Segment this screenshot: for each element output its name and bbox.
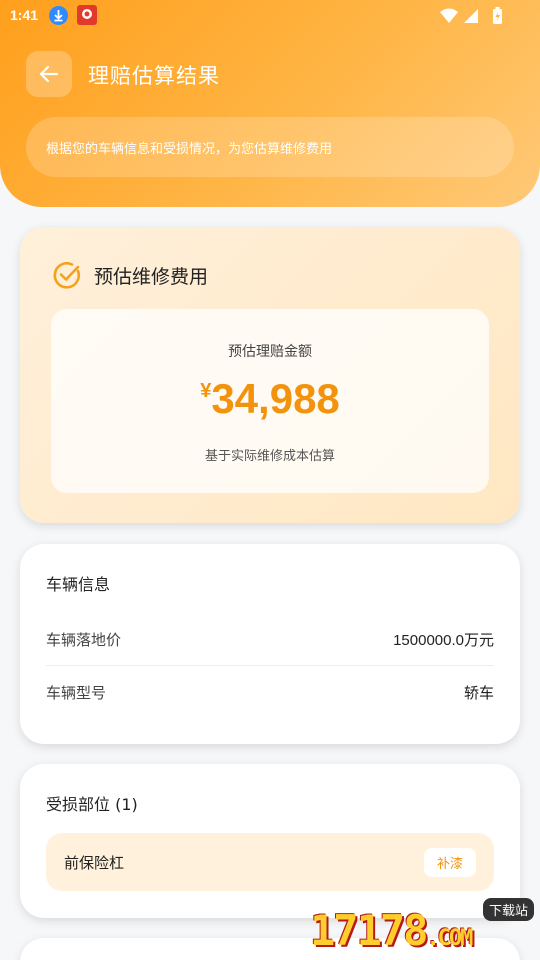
damage-item-name: 前保险杠 <box>64 853 125 872</box>
estimate-card: 预估维修费用 预估理赔金额 ¥34,988 基于实际维修成本估算 <box>20 227 520 523</box>
wifi-icon <box>440 8 458 23</box>
watermark-suffix: .COM <box>426 926 473 951</box>
damage-item[interactable]: 前保险杠 补漆 <box>46 833 494 891</box>
repair-type-tag: 补漆 <box>423 847 476 877</box>
app-notification-icon <box>77 5 97 25</box>
estimate-title: 预估维修费用 <box>94 265 209 288</box>
signal-icon <box>464 9 478 23</box>
estimate-amount-box: 预估理赔金额 ¥34,988 基于实际维修成本估算 <box>51 309 489 493</box>
vehicle-info-title: 车辆信息 <box>46 575 111 594</box>
system-status-icons <box>438 6 508 30</box>
back-button[interactable] <box>26 51 72 97</box>
battery-icon <box>493 7 502 24</box>
watermark-number: 17178 <box>310 906 428 955</box>
arrow-left-icon <box>39 65 59 83</box>
status-bar: 1:41 <box>0 0 540 32</box>
amount-value: 34,988 <box>211 375 340 422</box>
vehicle-info-card: 车辆信息 车辆落地价 1500000.0万元 车辆型号 轿车 <box>20 544 520 744</box>
vehicle-model-label: 车辆型号 <box>46 683 107 702</box>
header-description: 根据您的车辆信息和受损情况，为您估算维修费用 <box>26 117 514 177</box>
estimate-note: 基于实际维修成本估算 <box>204 449 335 464</box>
vehicle-price-value: 1500000.0万元 <box>393 631 494 649</box>
watermark-tag: 下载站 <box>482 898 534 921</box>
estimate-header: 预估维修费用 <box>52 260 208 290</box>
vehicle-model-value: 轿车 <box>463 684 494 702</box>
damage-parts-card: 受损部位 (1) 前保险杠 补漆 <box>20 764 520 918</box>
status-time: 1:41 <box>10 7 39 23</box>
header-banner: 1:41 理赔估算结果 根据您的车辆信息和受损情况，为您估算维修费用 <box>0 0 540 207</box>
watermark-logo: 17178.COM <box>310 906 473 955</box>
site-watermark: 17178.COM 下载站 <box>310 896 536 958</box>
download-notification-icon <box>49 6 68 25</box>
currency-symbol: ¥ <box>200 380 212 402</box>
vehicle-price-label: 车辆落地价 <box>46 630 122 649</box>
vehicle-price-row: 车辆落地价 1500000.0万元 <box>46 613 494 665</box>
damage-parts-title: 受损部位 (1) <box>46 795 138 814</box>
estimate-label: 预估理赔金额 <box>228 344 312 360</box>
header-description-text: 根据您的车辆信息和受损情况，为您估算维修费用 <box>46 141 333 157</box>
estimate-amount: ¥34,988 <box>51 375 489 423</box>
page-title: 理赔估算结果 <box>88 64 220 88</box>
check-circle-icon <box>53 262 81 289</box>
vehicle-model-row: 车辆型号 轿车 <box>46 666 494 718</box>
